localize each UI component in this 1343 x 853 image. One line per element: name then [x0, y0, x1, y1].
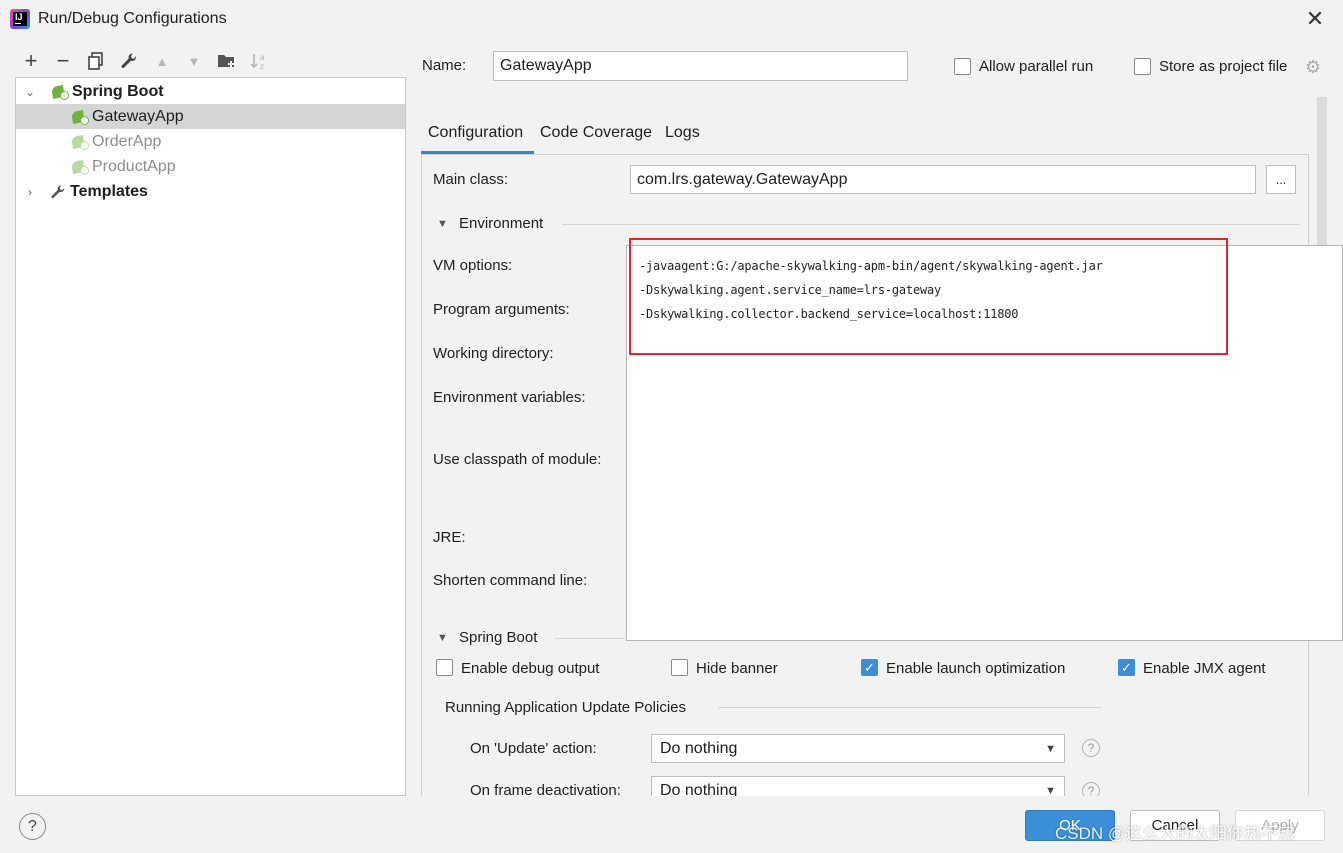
- csdn-watermark: CSDN @这么大的太阳你热不热: [1055, 824, 1296, 843]
- tree-label: Spring Boot: [72, 82, 164, 100]
- tree-label: OrderApp: [92, 132, 162, 150]
- name-input[interactable]: GatewayApp: [493, 51, 908, 81]
- remove-icon[interactable]: −: [51, 48, 75, 73]
- chevron-right-icon[interactable]: ›: [24, 185, 36, 199]
- configurations-tree[interactable]: ⌄ Spring Boot GatewayApp OrderApp Produc…: [15, 77, 406, 796]
- svg-text:a: a: [260, 53, 265, 62]
- tab-logs[interactable]: Logs: [665, 124, 700, 142]
- on-frame-deactivation-select[interactable]: Do nothing ▼: [651, 776, 1065, 796]
- spring-boot-app-icon: [70, 158, 90, 176]
- browse-button[interactable]: ...: [1266, 165, 1296, 194]
- select-value: Do nothing: [660, 739, 738, 757]
- on-update-action-select[interactable]: Do nothing ▼: [651, 734, 1065, 763]
- allow-parallel-run-checkbox[interactable]: [954, 58, 971, 75]
- spring-boot-app-icon: [70, 133, 90, 151]
- help-button[interactable]: ?: [19, 813, 46, 840]
- tree-item-orderapp[interactable]: OrderApp: [16, 129, 405, 154]
- help-icon[interactable]: ?: [1082, 782, 1100, 796]
- tree-label: ProductApp: [92, 157, 176, 175]
- enable-jmx-agent-checkbox[interactable]: ✓: [1118, 659, 1135, 676]
- tab-configuration[interactable]: Configuration: [428, 124, 523, 142]
- name-label: Name:: [422, 57, 467, 74]
- spring-boot-section-title: Spring Boot: [459, 629, 538, 646]
- enable-debug-output-checkbox[interactable]: [436, 659, 453, 676]
- copy-icon[interactable]: [84, 50, 108, 72]
- svg-text:z: z: [260, 62, 264, 70]
- intellij-app-icon: IJ: [10, 9, 30, 29]
- section-divider: [555, 638, 625, 639]
- shorten-command-line-label: Shorten command line:: [433, 572, 588, 589]
- environment-variables-label: Environment variables:: [433, 389, 586, 406]
- vm-options-label: VM options:: [433, 257, 513, 274]
- store-as-project-file-checkbox[interactable]: [1134, 58, 1151, 75]
- store-as-project-file-label: Store as project file: [1159, 58, 1288, 75]
- allow-parallel-run-label: Allow parallel run: [979, 58, 1094, 75]
- on-update-action-label: On 'Update' action:: [470, 740, 597, 757]
- dropdown-arrow-icon: ▼: [1045, 742, 1056, 755]
- use-classpath-label: Use classpath of module:: [433, 451, 602, 468]
- tree-label: GatewayApp: [92, 107, 184, 125]
- move-down-icon[interactable]: ▼: [182, 50, 206, 72]
- wrench-icon: [50, 184, 66, 200]
- enable-launch-optimization-checkbox[interactable]: ✓: [861, 659, 878, 676]
- tree-item-gatewayapp[interactable]: GatewayApp: [16, 104, 405, 129]
- section-divider: [718, 707, 1101, 708]
- enable-launch-optimization-label: Enable launch optimization: [886, 660, 1066, 677]
- add-icon[interactable]: +: [19, 48, 43, 73]
- environment-section-title: Environment: [459, 215, 544, 232]
- sort-alphabetically-icon[interactable]: az: [247, 50, 271, 72]
- collapse-arrow-icon[interactable]: ▼: [437, 632, 448, 644]
- move-up-icon[interactable]: ▲: [150, 50, 174, 72]
- tab-code-coverage[interactable]: Code Coverage: [540, 124, 652, 142]
- update-policies-title: Running Application Update Policies: [445, 699, 686, 716]
- hide-banner-label: Hide banner: [696, 660, 778, 677]
- gear-icon[interactable]: ⚙: [1305, 57, 1321, 78]
- wrench-icon[interactable]: [117, 50, 141, 72]
- tree-node-spring-boot[interactable]: ⌄ Spring Boot: [16, 79, 405, 104]
- program-arguments-label: Program arguments:: [433, 301, 570, 318]
- new-folder-icon[interactable]: [215, 50, 239, 72]
- enable-jmx-agent-label: Enable JMX agent: [1143, 660, 1266, 677]
- enable-debug-output-label: Enable debug output: [461, 660, 600, 677]
- section-divider: [562, 224, 1300, 225]
- close-icon[interactable]: ✕: [1302, 6, 1328, 32]
- scrollbar[interactable]: [1317, 97, 1327, 247]
- window-title: Run/Debug Configurations: [38, 10, 227, 27]
- hide-banner-checkbox[interactable]: [671, 659, 688, 676]
- chevron-down-icon[interactable]: ⌄: [24, 85, 36, 99]
- working-directory-label: Working directory:: [433, 345, 554, 362]
- tree-node-templates[interactable]: › Templates: [16, 179, 405, 204]
- main-class-input[interactable]: com.lrs.gateway.GatewayApp: [630, 165, 1256, 194]
- spring-boot-app-icon: [70, 108, 90, 126]
- jre-label: JRE:: [433, 529, 466, 546]
- tree-label: Templates: [70, 182, 148, 200]
- tree-item-productapp[interactable]: ProductApp: [16, 154, 405, 179]
- main-class-label: Main class:: [433, 171, 509, 188]
- on-frame-deactivation-label: On frame deactivation:: [470, 782, 621, 796]
- select-value: Do nothing: [660, 781, 738, 797]
- collapse-arrow-icon[interactable]: ▼: [437, 218, 448, 230]
- help-icon[interactable]: ?: [1082, 739, 1100, 757]
- highlight-annotation-box: [629, 238, 1228, 355]
- spring-boot-icon: [50, 83, 70, 101]
- clipped-row: On frame deactivation: Do nothing ▼ ?: [421, 776, 1309, 796]
- dropdown-arrow-icon: ▼: [1045, 784, 1056, 797]
